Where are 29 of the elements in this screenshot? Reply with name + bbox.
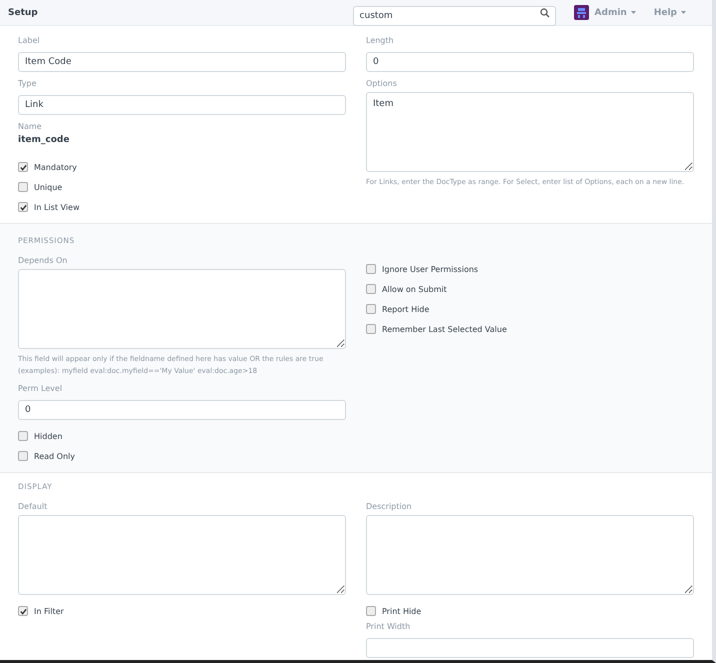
search-field[interactable]: custom [352, 6, 556, 26]
checkbox-label: Report Hide [382, 304, 430, 314]
checkbox-label: Read Only [34, 452, 75, 460]
field-label: Options [366, 78, 398, 90]
text-area[interactable]: Item [366, 92, 694, 172]
checkbox-label: In Filter [34, 606, 64, 616]
field-label: Type [18, 78, 38, 90]
field-label: Print Width [366, 621, 412, 633]
field-value: item_code [18, 135, 70, 145]
checkbox-label: Remember Last Selected Value [382, 324, 507, 334]
checkbox-label: Hidden [34, 432, 62, 440]
field-label: Description [366, 501, 413, 513]
field-label: Depends On [18, 255, 68, 267]
checkbox-label: Print Hide [382, 606, 422, 616]
field-label: Name [18, 121, 43, 133]
page-title: Setup [8, 8, 39, 18]
text-field[interactable]: 0 [366, 52, 694, 72]
field-label: Perm Level [18, 383, 64, 395]
checkbox-label: Allow on Submit [382, 284, 447, 294]
text-field[interactable]: 0 [18, 400, 346, 420]
field-label: Default [18, 501, 48, 513]
checkbox-label: Unique [34, 182, 62, 192]
text-field[interactable]: Link [18, 95, 346, 115]
field-label: Length [366, 35, 395, 47]
checkbox-label: Mandatory [34, 162, 77, 172]
checkbox-label: Ignore User Permissions [382, 264, 478, 274]
checkbox-label: In List View [34, 202, 80, 212]
text-field[interactable]: Item Code [18, 52, 346, 72]
field-label: Label [18, 35, 41, 47]
